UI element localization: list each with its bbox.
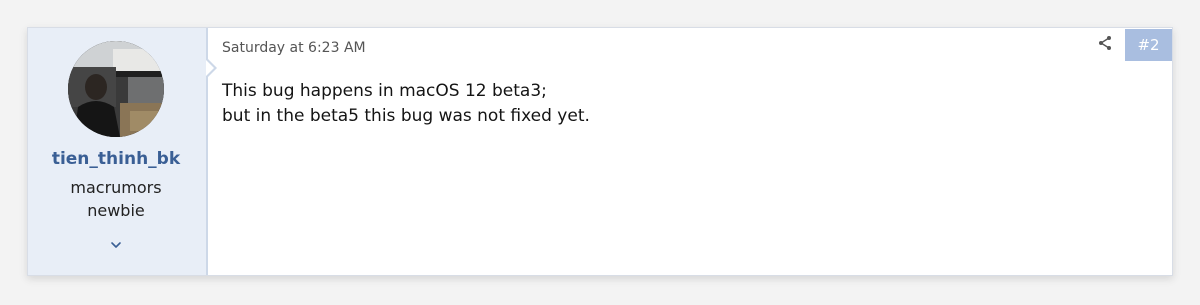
post-body: This bug happens in macOS 12 beta3; but … — [222, 79, 590, 129]
post-author-panel: tien_thinh_bk macrumors newbie — [28, 28, 217, 275]
share-icon[interactable] — [1097, 35, 1113, 51]
author-user-title: macrumors newbie — [28, 176, 204, 222]
post-body-line: This bug happens in macOS 12 beta3; — [222, 81, 547, 101]
avatar-image — [68, 41, 164, 137]
author-username[interactable]: tien_thinh_bk — [28, 149, 204, 169]
chevron-down-icon[interactable] — [108, 237, 124, 253]
panel-arrow — [206, 60, 214, 76]
post-date-link[interactable]: Saturday at 6:23 AM — [222, 40, 366, 56]
user-title-line2: newbie — [87, 201, 145, 220]
avatar[interactable] — [68, 41, 164, 137]
post-message-area: Saturday at 6:23 AM This bug happens in … — [222, 28, 1172, 275]
forum-post: tien_thinh_bk macrumors newbie Saturday … — [27, 27, 1173, 276]
user-title-line1: macrumors — [70, 178, 162, 197]
post-body-line: but in the beta5 this bug was not fixed … — [222, 106, 590, 126]
post-number-link[interactable]: #2 — [1125, 29, 1172, 61]
